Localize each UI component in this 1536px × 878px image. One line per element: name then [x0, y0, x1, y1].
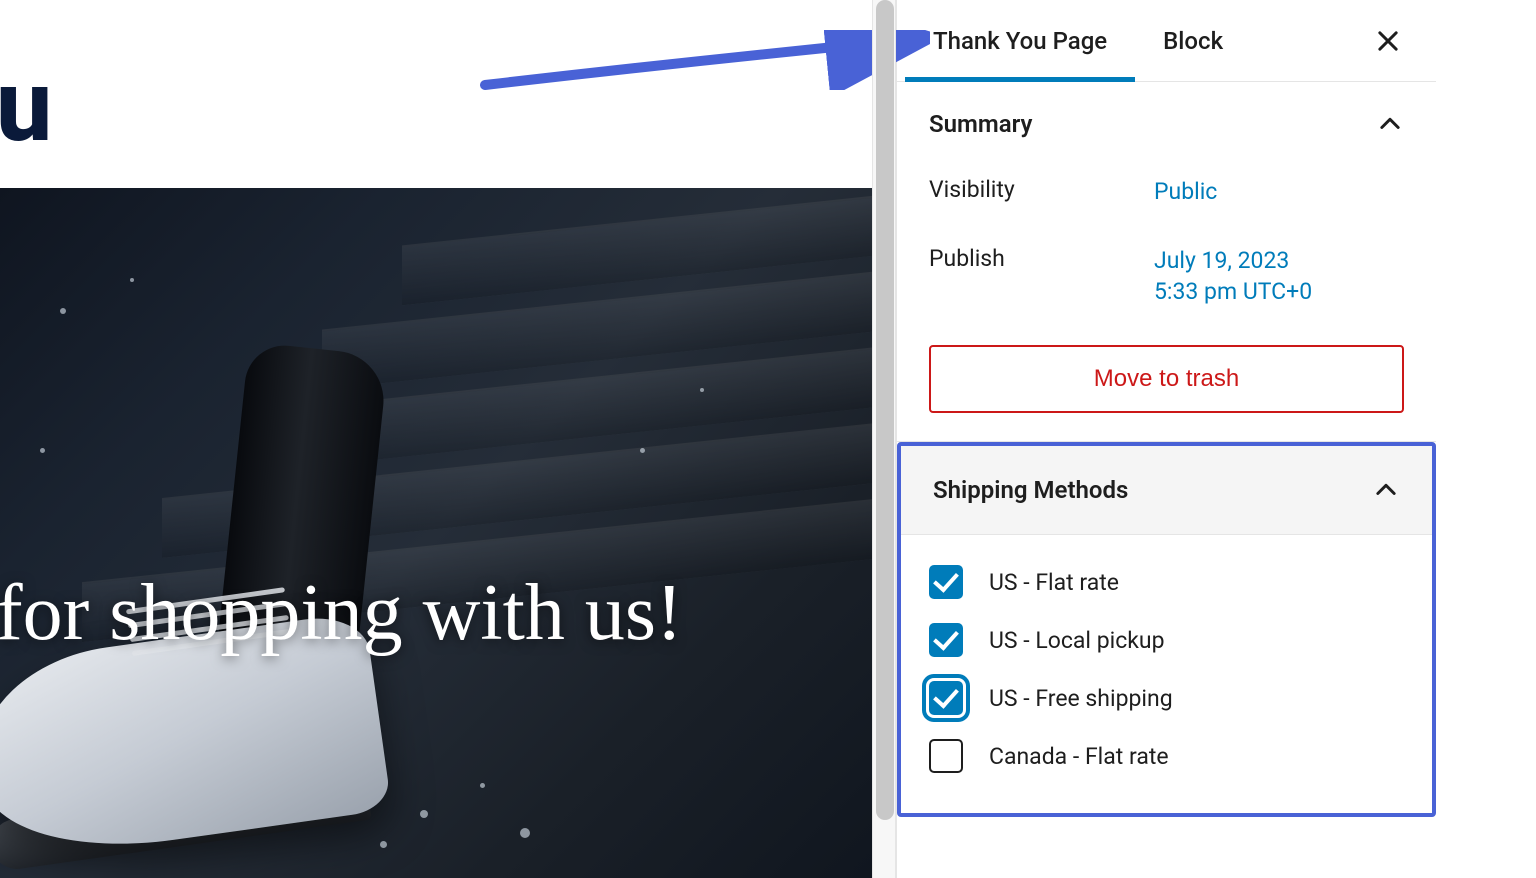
shipping-option-us-free-shipping[interactable]: US - Free shipping [929, 669, 1404, 727]
chevron-up-icon [1376, 110, 1404, 138]
checkbox-icon [929, 565, 963, 599]
summary-panel: Summary Visibility Public Publish July 1… [897, 82, 1436, 442]
close-icon [1374, 27, 1402, 55]
editor-scrollbar[interactable] [872, 0, 896, 878]
sidebar-tabs: Thank You Page Block [897, 0, 1436, 82]
scroll-thumb[interactable] [876, 0, 894, 820]
settings-sidebar: Thank You Page Block Summary Visibility … [896, 0, 1436, 878]
visibility-value[interactable]: Public [1154, 176, 1217, 207]
visibility-row[interactable]: Visibility Public [929, 176, 1404, 207]
shipping-option-us-local-pickup[interactable]: US - Local pickup [929, 611, 1404, 669]
shipping-option-us-flat-rate[interactable]: US - Flat rate [929, 553, 1404, 611]
checkbox-icon [929, 681, 963, 715]
tab-thank-you-page[interactable]: Thank You Page [905, 0, 1135, 81]
publish-value[interactable]: July 19, 2023 5:33 pm UTC+0 [1154, 245, 1312, 307]
hero-image: for shopping with us! [0, 188, 872, 878]
right-margin [1436, 0, 1536, 878]
publish-row[interactable]: Publish July 19, 2023 5:33 pm UTC+0 [929, 245, 1404, 307]
shipping-option-label: US - Local pickup [989, 627, 1165, 654]
shipping-methods-title: Shipping Methods [933, 476, 1128, 504]
shipping-methods-toggle[interactable]: Shipping Methods [901, 446, 1432, 535]
shipping-option-canada-flat-rate[interactable]: Canada - Flat rate [929, 727, 1404, 785]
hero-heading: for shopping with us! [0, 568, 683, 659]
annotation-arrow [480, 30, 930, 90]
close-sidebar-button[interactable] [1360, 13, 1416, 69]
move-to-trash-button[interactable]: Move to trash [929, 345, 1404, 413]
publish-time: 5:33 pm UTC+0 [1154, 278, 1312, 305]
shipping-option-label: Canada - Flat rate [989, 743, 1169, 770]
publish-date: July 19, 2023 [1154, 247, 1289, 274]
shipping-option-label: US - Free shipping [989, 685, 1173, 712]
publish-label: Publish [929, 245, 1154, 307]
shipping-option-label: US - Flat rate [989, 569, 1119, 596]
canvas-top: u [0, 0, 872, 188]
tab-block[interactable]: Block [1135, 0, 1251, 81]
summary-toggle[interactable]: Summary [929, 110, 1404, 138]
editor-canvas: u fo [0, 0, 872, 878]
shipping-methods-panel: Shipping Methods US - Flat rate US - Loc… [897, 442, 1436, 817]
chevron-up-icon [1372, 476, 1400, 504]
visibility-label: Visibility [929, 176, 1154, 207]
shipping-methods-list: US - Flat rate US - Local pickup US - Fr… [901, 535, 1432, 813]
checkbox-icon [929, 739, 963, 773]
checkbox-icon [929, 623, 963, 657]
page-title-fragment: u [0, 48, 50, 165]
summary-title: Summary [929, 110, 1032, 138]
